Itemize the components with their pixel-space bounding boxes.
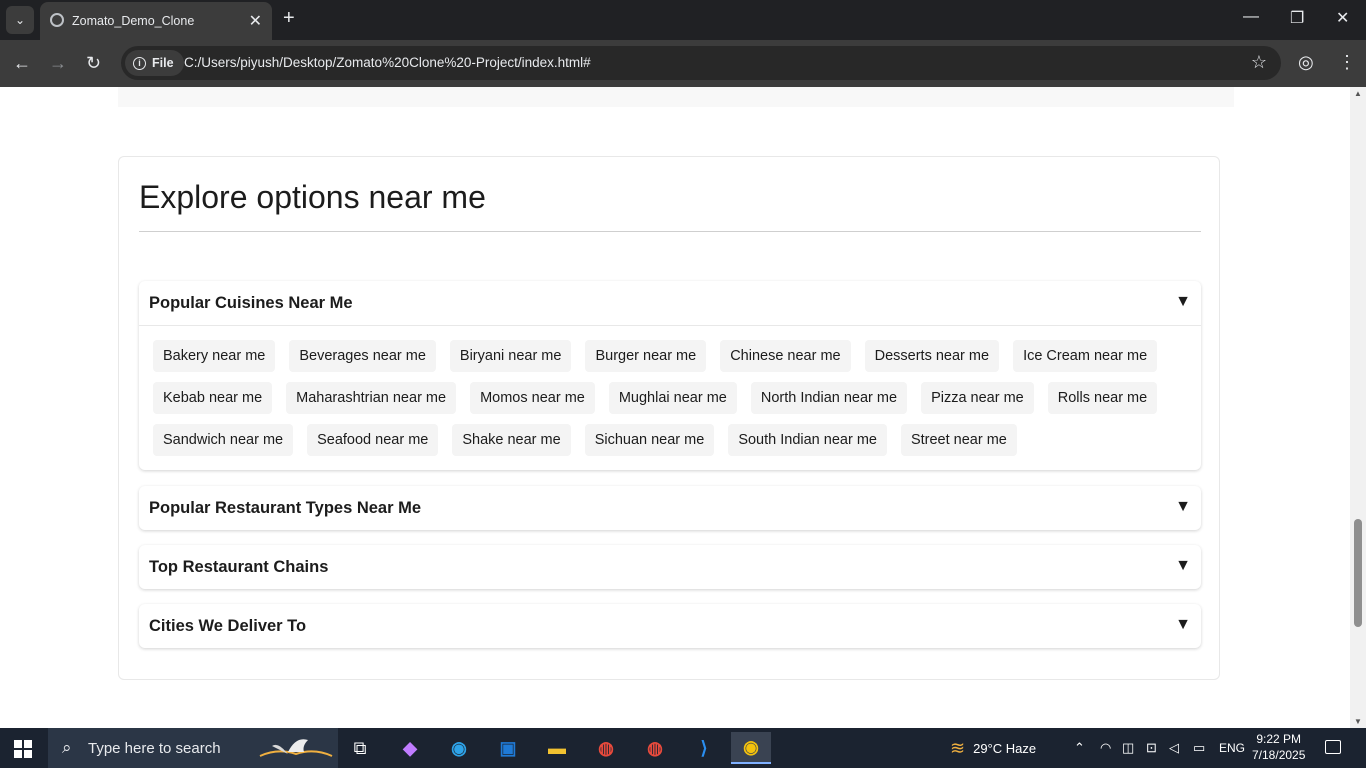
- search-icon: ⌕: [62, 738, 72, 757]
- cuisine-chip[interactable]: Pizza near me: [921, 382, 1034, 414]
- copilot-icon[interactable]: ◆: [390, 732, 430, 764]
- chrome-profile-icon[interactable]: ◍: [586, 732, 626, 764]
- windows-start-button[interactable]: [14, 740, 32, 758]
- cuisine-chip[interactable]: Street near me: [900, 424, 1017, 456]
- dropdown-arrow-icon[interactable]: ▼: [1175, 293, 1191, 311]
- explore-options-card: Explore options near me Popular Cuisines…: [118, 156, 1220, 680]
- menu-kebab-icon[interactable]: ⋮: [1338, 52, 1356, 73]
- accordion-title: Cities We Deliver To: [149, 617, 307, 635]
- weather-widget[interactable]: ≋ 29°C Haze: [950, 728, 1036, 768]
- scroll-down-icon[interactable]: ▼: [1354, 717, 1362, 726]
- network-status-icon[interactable]: ⊡: [1146, 728, 1157, 768]
- accordion-restaurant-chains: Top Restaurant Chains ▼: [139, 545, 1201, 589]
- scrollbar-thumb[interactable]: [1354, 519, 1362, 627]
- battery-icon[interactable]: ▭: [1193, 728, 1205, 768]
- tab-search-button[interactable]: ⌄: [6, 6, 34, 34]
- tab-title: Zomato_Demo_Clone: [72, 14, 195, 28]
- chrome-profile-2-icon[interactable]: ◍: [635, 732, 675, 764]
- cuisine-chip[interactable]: Shake near me: [452, 424, 571, 456]
- outlook-icon[interactable]: ▣: [488, 732, 528, 764]
- cuisine-chip[interactable]: Bakery near me: [153, 340, 276, 372]
- accordion-header[interactable]: Top Restaurant Chains ▼: [139, 545, 1201, 589]
- accordion-header[interactable]: Popular Restaurant Types Near Me ▼: [139, 486, 1201, 530]
- vscode-icon[interactable]: ⟩: [684, 732, 724, 764]
- cuisine-chip-list: Bakery near me Beverages near me Biryani…: [139, 325, 1201, 470]
- cuisine-chip[interactable]: Sandwich near me: [153, 424, 294, 456]
- scroll-up-icon[interactable]: ▲: [1354, 89, 1362, 98]
- windows-taskbar: ⌕ Type here to search ⧉ ◆ ◉ ▣ ▬ ◍ ◍ ⟩ ◉ …: [0, 728, 1366, 768]
- chrome-icon[interactable]: ◉: [731, 732, 771, 764]
- search-highlight-dove-icon: [259, 739, 333, 757]
- restore-button[interactable]: ❐: [1290, 8, 1304, 28]
- cuisine-chip[interactable]: Sichuan near me: [584, 424, 715, 456]
- reload-button[interactable]: ↻: [86, 53, 101, 74]
- haze-weather-icon: ≋: [950, 737, 966, 758]
- search-placeholder: Type here to search: [88, 740, 221, 757]
- system-clock[interactable]: 9:22 PM 7/18/2025: [1252, 731, 1305, 763]
- page-scrollbar[interactable]: ▲ ▼: [1350, 87, 1366, 728]
- browser-tab[interactable]: Zomato_Demo_Clone ✕: [40, 2, 272, 40]
- show-hidden-icons-chevron-icon[interactable]: ⌃: [1074, 728, 1085, 768]
- info-icon: i: [133, 56, 146, 70]
- cuisine-chip[interactable]: Desserts near me: [864, 340, 1000, 372]
- page-viewport: Explore options near me Popular Cuisines…: [0, 87, 1350, 728]
- task-view-icon[interactable]: ⧉: [340, 732, 380, 764]
- notification-icon[interactable]: [1325, 740, 1341, 754]
- accordion-cities: Cities We Deliver To ▼: [139, 604, 1201, 648]
- accordion-title: Top Restaurant Chains: [149, 558, 329, 576]
- globe-icon: [50, 13, 64, 27]
- profile-icon[interactable]: ◎: [1298, 52, 1314, 73]
- minimize-button[interactable]: —: [1243, 8, 1259, 26]
- cuisine-chip[interactable]: North Indian near me: [750, 382, 908, 414]
- cuisine-chip[interactable]: Ice Cream near me: [1013, 340, 1158, 372]
- battery-saver-icon[interactable]: ◫: [1122, 728, 1134, 768]
- accordion-restaurant-types: Popular Restaurant Types Near Me ▼: [139, 486, 1201, 530]
- cuisine-chip[interactable]: Burger near me: [585, 340, 707, 372]
- cuisine-chip[interactable]: Chinese near me: [720, 340, 851, 372]
- scheme-label: File: [152, 56, 174, 70]
- accordion-title: Popular Cuisines Near Me: [149, 294, 353, 312]
- edge-icon[interactable]: ◉: [439, 732, 479, 764]
- url-text[interactable]: C:/Users/piyush/Desktop/Zomato%20Clone%2…: [184, 55, 591, 70]
- dropdown-arrow-icon[interactable]: ▼: [1175, 616, 1191, 634]
- language-indicator[interactable]: ENG: [1219, 728, 1245, 768]
- accordion-title: Popular Restaurant Types Near Me: [149, 499, 422, 517]
- site-info-chip[interactable]: i File: [125, 50, 184, 76]
- cuisine-chip[interactable]: Kebab near me: [153, 382, 273, 414]
- weather-text: 29°C Haze: [973, 740, 1037, 756]
- browser-tab-bar: ⌄ Zomato_Demo_Clone ✕ + — ❐ ✕: [0, 0, 1366, 40]
- address-bar[interactable]: i File C:/Users/piyush/Desktop/Zomato%20…: [121, 46, 1281, 80]
- cuisine-chip[interactable]: Seafood near me: [307, 424, 439, 456]
- accordion-popular-cuisines: Popular Cuisines Near Me ▼ Bakery near m…: [139, 281, 1201, 470]
- browser-toolbar: ← → ↻ i File C:/Users/piyush/Desktop/Zom…: [0, 40, 1366, 87]
- taskbar-search[interactable]: ⌕ Type here to search: [48, 728, 338, 768]
- cuisine-chip[interactable]: Maharashtrian near me: [286, 382, 457, 414]
- divider: [139, 231, 1201, 232]
- bookmark-star-icon[interactable]: ☆: [1251, 52, 1267, 73]
- forward-button[interactable]: →: [49, 53, 67, 74]
- cuisine-chip[interactable]: Mughlai near me: [608, 382, 737, 414]
- clock-date: 7/18/2025: [1252, 748, 1306, 762]
- wifi-icon[interactable]: ◠: [1100, 728, 1111, 768]
- cuisine-chip[interactable]: Momos near me: [470, 382, 595, 414]
- close-tab-icon[interactable]: ✕: [249, 11, 262, 31]
- new-tab-button[interactable]: +: [283, 7, 295, 30]
- cuisine-chip[interactable]: South Indian near me: [728, 424, 887, 456]
- accordion-header[interactable]: Cities We Deliver To ▼: [139, 604, 1201, 648]
- speaker-icon[interactable]: ◁: [1169, 728, 1179, 768]
- file-explorer-icon[interactable]: ▬: [537, 732, 577, 764]
- explore-title: Explore options near me: [139, 179, 486, 215]
- previous-section: [118, 87, 1234, 107]
- cuisine-chip[interactable]: Rolls near me: [1047, 382, 1158, 414]
- dropdown-arrow-icon[interactable]: ▼: [1175, 498, 1191, 516]
- accordion-header[interactable]: Popular Cuisines Near Me ▼: [139, 281, 1201, 325]
- cuisine-chip[interactable]: Biryani near me: [449, 340, 572, 372]
- close-window-button[interactable]: ✕: [1336, 8, 1349, 28]
- dropdown-arrow-icon[interactable]: ▼: [1175, 557, 1191, 575]
- back-button[interactable]: ←: [13, 53, 31, 74]
- cuisine-chip[interactable]: Beverages near me: [289, 340, 436, 372]
- clock-time: 9:22 PM: [1256, 732, 1302, 746]
